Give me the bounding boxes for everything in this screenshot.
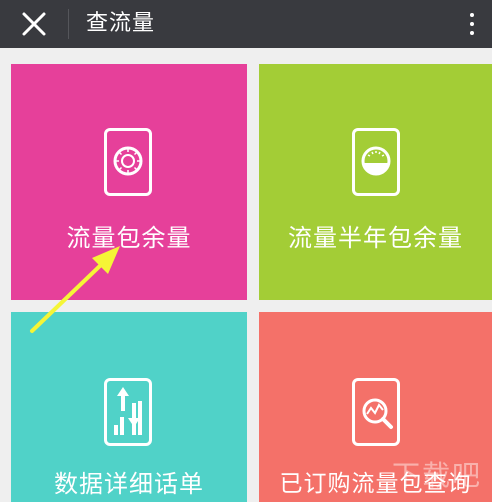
bar-chart-updown-icon [104, 378, 152, 446]
header-divider [68, 9, 69, 39]
tile-label: 流量半年包余量 [288, 224, 463, 252]
search-chart-icon [352, 378, 400, 446]
page-title: 查流量 [86, 11, 156, 36]
more-options-button[interactable] [460, 4, 484, 44]
tile-label: 流量包余量 [66, 224, 192, 252]
tile-data-detail-bill[interactable]: 数据详细话单 [11, 312, 247, 502]
close-button[interactable] [14, 6, 54, 42]
watermark: 下载吧 [391, 459, 482, 492]
close-icon [22, 12, 46, 36]
top-bar: 查流量 [0, 0, 492, 48]
tile-package-balance[interactable]: 流量包余量 [11, 64, 247, 300]
dial-meter-icon [104, 128, 152, 196]
tile-half-year-package-balance[interactable]: 流量半年包余量 [259, 64, 492, 300]
more-vertical-icon [470, 13, 474, 17]
tile-label: 数据详细话单 [54, 470, 204, 498]
gauge-icon [352, 128, 400, 196]
